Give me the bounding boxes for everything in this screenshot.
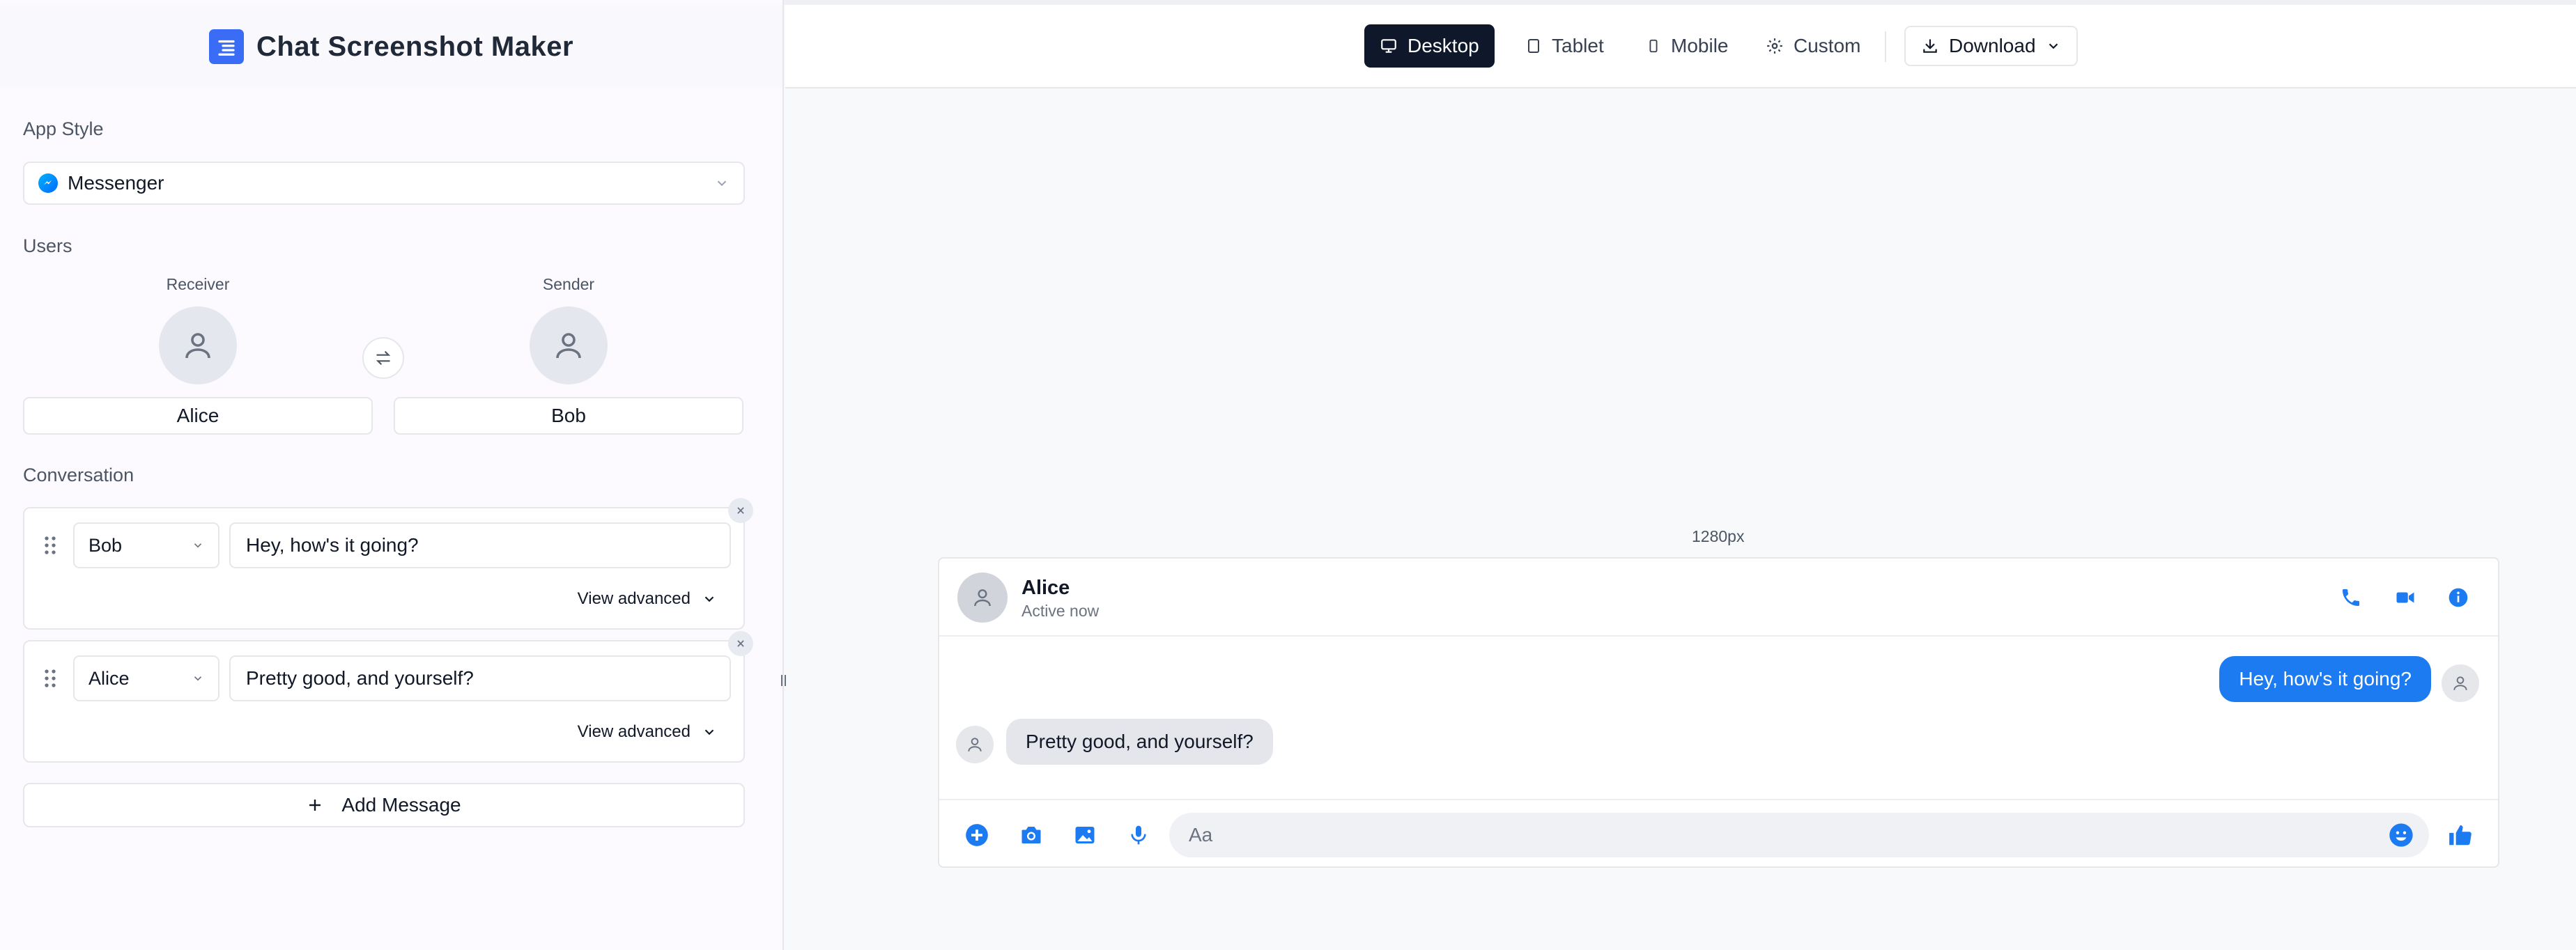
chat-composer: Aa [939,799,2498,868]
device-tablet-button[interactable]: Tablet [1510,24,1619,68]
remove-message-button[interactable] [728,631,753,656]
list-icon [208,29,244,64]
chevron-down-icon [194,676,202,681]
device-tablet-label: Tablet [1552,35,1604,56]
device-desktop-label: Desktop [1407,35,1479,56]
user-icon [185,333,210,359]
drag-handle-icon[interactable] [43,668,58,692]
panel-resize-handle[interactable] [778,672,789,689]
close-icon [737,507,744,514]
view-advanced-toggle[interactable]: View advanced [578,589,717,609]
app-style-label: App Style [23,118,104,139]
contact-name: Alice [1021,577,1070,599]
app-style-value: Messenger [68,172,164,194]
image-icon[interactable] [1070,820,1100,850]
receiver-column: Receiver [23,275,373,384]
users-label: Users [23,235,72,256]
user-icon [974,589,991,607]
view-advanced-label: View advanced [577,589,691,608]
chevron-down-icon [704,596,714,602]
contact-avatar [957,573,1008,623]
conversation-label: Conversation [23,465,134,485]
add-circle-icon[interactable] [962,820,992,850]
drag-handle-icon[interactable] [43,535,58,559]
tablet-icon [1528,39,1539,53]
receiver-role: Receiver [166,275,230,293]
sender-column: Sender [394,275,743,384]
microphone-icon[interactable] [1123,820,1154,850]
message-card: Alice Pretty good, and yourself? View ad… [23,640,745,763]
thumbs-up-icon[interactable] [2445,820,2476,850]
receiver-avatar[interactable] [159,306,237,384]
preview-toolbar: Desktop Tablet Mobile Custom Download [785,5,2576,88]
messenger-icon [38,173,58,193]
contact-status: Active now [1021,602,1100,620]
device-desktop-button[interactable]: Desktop [1364,24,1495,68]
incoming-message-bubble: Pretty good, and yourself? [1006,719,1273,765]
sender-avatar[interactable] [530,306,608,384]
message-sender-select[interactable]: Bob [73,522,219,568]
remove-message-button[interactable] [728,498,753,523]
chevron-down-icon [2049,43,2058,49]
device-custom-label: Custom [1794,35,1861,56]
toolbar-divider [1885,31,1886,62]
plus-icon [309,800,321,811]
message-text-input[interactable]: Pretty good, and yourself? [229,655,731,701]
download-icon [1923,39,1937,53]
compose-placeholder: Aa [1189,824,1213,846]
preview-width-label: 1280px [1692,527,1745,545]
message-compose-input[interactable]: Aa [1169,813,2429,857]
info-icon[interactable] [2444,584,2472,612]
gear-icon [1767,38,1782,54]
phone-icon[interactable] [2337,584,2365,612]
user-icon [2453,676,2467,690]
download-button[interactable]: Download [1904,26,2078,66]
chat-preview: Alice Active now Hey, how's it going? Pr… [938,557,2499,868]
chevron-down-icon [717,180,727,187]
chevron-down-icon [704,729,714,735]
chat-header: Alice Active now [939,559,2498,637]
message-sender-value: Bob [88,534,123,556]
add-message-button[interactable]: Add Message [23,783,745,827]
view-advanced-toggle[interactable]: View advanced [578,722,717,742]
message-sender-value: Alice [88,667,130,689]
device-mobile-button[interactable]: Mobile [1630,24,1743,68]
message-card: Bob Hey, how's it going? View advanced [23,507,745,630]
message-sender-select[interactable]: Alice [73,655,219,701]
receiver-name-input[interactable]: Alice [23,397,373,435]
receiver-avatar-small [956,726,994,763]
close-icon [737,640,744,647]
user-icon [968,738,982,752]
app-header: Chat Screenshot Maker [0,5,782,88]
message-text-input[interactable]: Hey, how's it going? [229,522,731,568]
app-title: Chat Screenshot Maker [256,31,574,62]
chevron-down-icon [194,543,202,548]
device-mobile-label: Mobile [1671,35,1729,56]
smartphone-icon [1649,39,1658,53]
download-label: Download [1949,35,2036,56]
add-message-label: Add Message [341,794,461,816]
camera-icon[interactable] [1016,820,1047,850]
emoji-icon[interactable] [2387,821,2415,849]
settings-panel: Chat Screenshot Maker App Style Messenge… [0,0,784,950]
sender-role: Sender [542,275,595,293]
view-advanced-label: View advanced [577,722,691,741]
video-icon[interactable] [2391,584,2419,612]
monitor-icon [1381,39,1396,53]
sender-avatar-small [2442,664,2479,702]
sender-name-input[interactable]: Bob [394,397,743,435]
swap-icon [376,351,391,365]
app-style-select[interactable]: Messenger [23,162,745,205]
user-icon [556,333,581,359]
device-custom-button[interactable]: Custom [1750,24,1876,68]
outgoing-message-bubble: Hey, how's it going? [2219,656,2431,702]
